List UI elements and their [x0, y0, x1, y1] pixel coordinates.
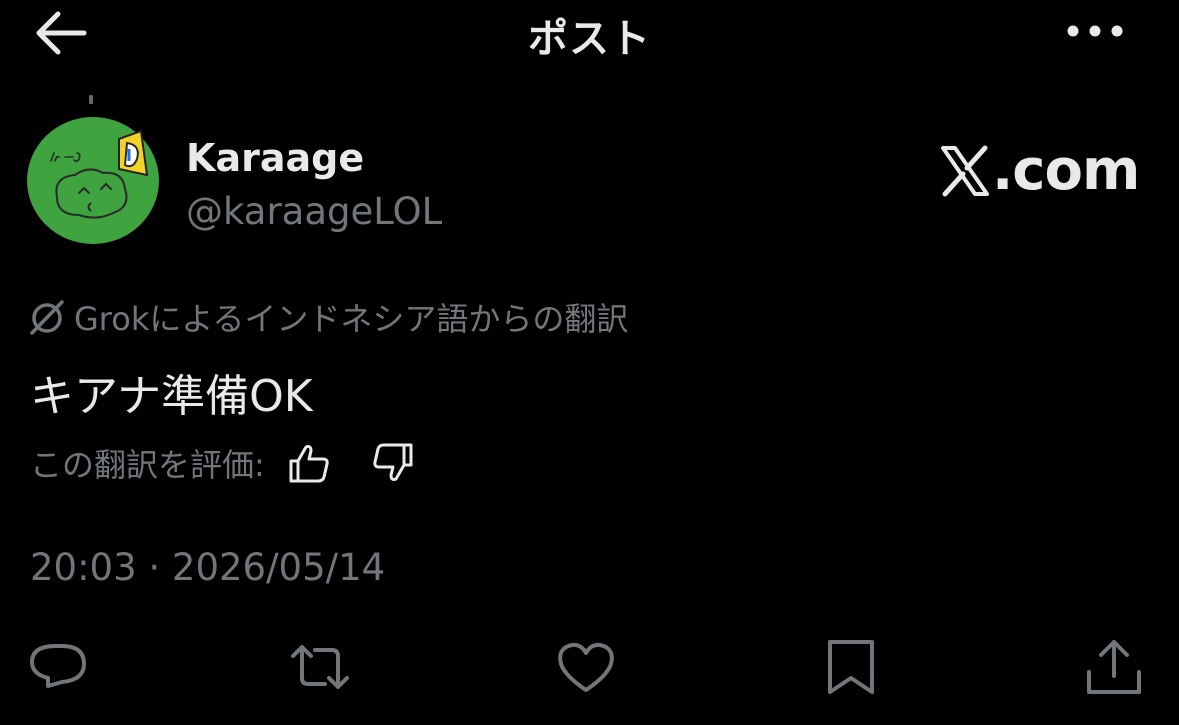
- thumbs-down-icon[interactable]: [371, 441, 415, 485]
- bookmark-icon: [828, 640, 874, 694]
- post-timestamp: 20:03 · 2026/05/14: [30, 546, 386, 589]
- translation-notice[interactable]: Grokによるインドネシア語からの翻訳: [28, 294, 628, 340]
- x-logo-icon: [941, 145, 989, 196]
- divider-mark: [89, 95, 93, 104]
- brand-suffix: .com: [992, 138, 1140, 203]
- translation-label: Grokによるインドネシア語からの翻訳: [74, 300, 629, 338]
- avatar[interactable]: [27, 117, 159, 244]
- author-handle[interactable]: @karaageLOL: [186, 190, 442, 233]
- repost-icon: [291, 645, 349, 689]
- rate-translation: この翻訳を評価:: [30, 440, 415, 486]
- page-title: ポスト: [528, 16, 651, 62]
- share-icon: [1087, 640, 1141, 694]
- post-text: キアナ準備OK: [30, 371, 313, 422]
- bookmark-button[interactable]: [820, 636, 882, 698]
- thumbs-up-icon[interactable]: [287, 441, 331, 485]
- brand-watermark: .com: [940, 138, 1140, 203]
- heart-icon: [558, 642, 614, 692]
- reply-button[interactable]: [28, 636, 90, 698]
- rate-label: この翻訳を評価:: [30, 446, 265, 484]
- grok-icon: [30, 300, 64, 335]
- reply-icon: [30, 644, 86, 688]
- like-button[interactable]: [555, 636, 617, 698]
- repost-button[interactable]: [289, 636, 351, 698]
- author-name[interactable]: Karaage: [186, 136, 364, 180]
- more-horizontal-icon: [1067, 25, 1123, 37]
- share-button[interactable]: [1083, 636, 1145, 698]
- more-options-button[interactable]: [1064, 14, 1126, 48]
- avatar-drawing: [27, 117, 159, 244]
